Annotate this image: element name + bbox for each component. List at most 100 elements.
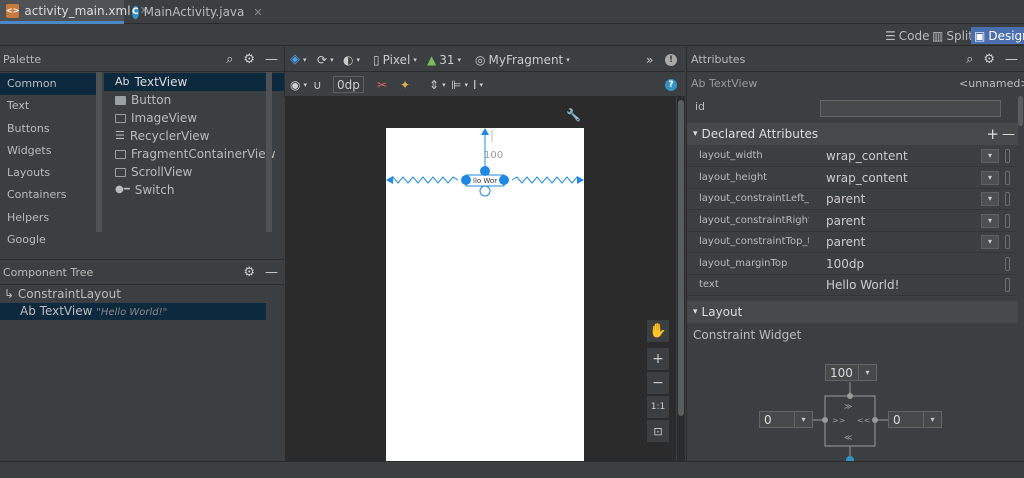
dropdown-button[interactable]: ▾ xyxy=(981,214,999,228)
attribute-value[interactable]: parent xyxy=(826,235,865,249)
palette-category-helpers[interactable]: Helpers xyxy=(0,207,96,229)
palette-items-scrollbar[interactable] xyxy=(266,72,272,232)
device-selector[interactable]: ▯ Pixel ▾ xyxy=(373,51,417,68)
theme-selector[interactable]: ◎ MyFragment ▾ xyxy=(475,51,570,68)
dropdown-icon[interactable]: ▾ xyxy=(794,412,812,427)
attributes-scrollbar-track[interactable] xyxy=(1018,96,1024,461)
attribute-row[interactable]: layout_constraintLeft_toL... parent ▾ xyxy=(687,189,1017,210)
split-mode-button[interactable]: ▥ Split xyxy=(929,27,976,44)
default-margin-field[interactable]: 0dp xyxy=(333,76,364,93)
zoom-out-button[interactable]: − xyxy=(647,372,669,394)
palette-category-text[interactable]: Text xyxy=(0,95,96,117)
dropdown-icon[interactable]: ▾ xyxy=(858,365,876,380)
help-button[interactable]: ? xyxy=(665,76,677,93)
attribute-row[interactable]: layout_constraintTop_to... parent ▾ xyxy=(687,232,1017,253)
pack-button[interactable]: ⇕ ▾ xyxy=(429,76,446,93)
attribute-value[interactable]: Hello World! xyxy=(826,278,899,292)
minimize-icon[interactable]: — xyxy=(265,265,278,280)
height-chevron-icon[interactable]: ≫ xyxy=(844,402,852,411)
dropdown-button[interactable]: ▾ xyxy=(981,149,999,163)
attribute-row[interactable]: layout_constraintRight_t... parent ▾ xyxy=(687,211,1017,232)
gear-icon[interactable]: ⚙ xyxy=(243,265,255,280)
palette-item-textview[interactable]: Ab TextView xyxy=(104,73,284,91)
minimize-icon[interactable]: — xyxy=(265,52,278,67)
palette-category-common[interactable]: Common xyxy=(0,73,96,95)
attribute-value[interactable]: 100dp xyxy=(826,257,864,271)
palette-item-recyclerview[interactable]: ☰ RecyclerView xyxy=(104,127,284,145)
design-mode-button[interactable]: ▣Design xyxy=(971,27,1024,44)
resource-picker-icon[interactable] xyxy=(1005,149,1010,163)
gear-icon[interactable]: ⚙ xyxy=(243,52,255,67)
dropdown-icon[interactable]: ▾ xyxy=(923,412,941,427)
width-chevron-right-icon[interactable]: << xyxy=(857,416,870,425)
attribute-value[interactable]: wrap_content xyxy=(826,149,908,163)
tree-item-constraintlayout[interactable]: ↳ ConstraintLayout xyxy=(4,286,266,303)
palette-category-google[interactable]: Google xyxy=(0,229,96,251)
width-chevron-left-icon[interactable]: >> xyxy=(832,416,845,425)
constraint-left-margin-combo[interactable]: 0 ▾ xyxy=(759,411,813,428)
palette-item-fragmentcontainerview[interactable]: FragmentContainerView xyxy=(104,145,284,163)
attribute-row[interactable]: layout_marginTop 100dp xyxy=(687,254,1017,275)
id-input[interactable] xyxy=(820,100,1001,117)
resource-picker-icon[interactable] xyxy=(1005,192,1010,206)
constraint-top-margin-combo[interactable]: 100 ▾ xyxy=(825,364,877,381)
tab-activity-main-xml[interactable]: <> activity_main.xml ✕ xyxy=(0,0,149,24)
attribute-value[interactable]: parent xyxy=(826,214,865,228)
night-mode-button[interactable]: ◐ ▾ xyxy=(343,51,360,68)
palette-item-imageview[interactable]: ImageView xyxy=(104,109,284,127)
attribute-value[interactable]: wrap_content xyxy=(826,171,908,185)
align-button[interactable]: ⊫ ▾ xyxy=(451,76,468,93)
zoom-actual-size-button[interactable]: 1:1 xyxy=(647,396,669,418)
attribute-row[interactable]: layout_width wrap_content ▾ xyxy=(687,146,1017,167)
layout-section[interactable]: ▾ Layout xyxy=(687,301,1024,323)
height-chevron-bottom-icon[interactable]: ≪ xyxy=(844,433,852,442)
right-anchor-handle[interactable] xyxy=(499,175,509,185)
attribute-row[interactable]: text Hello World! xyxy=(687,275,1017,296)
orientation-button[interactable]: ⟳ ▾ xyxy=(317,51,334,68)
canvas-scrollbar-thumb[interactable] xyxy=(678,100,684,416)
autoconnect-button[interactable]: ∪ xyxy=(313,76,322,93)
close-icon[interactable]: ✕ xyxy=(253,6,262,19)
resource-picker-icon[interactable] xyxy=(1005,257,1010,271)
palette-category-widgets[interactable]: Widgets xyxy=(0,140,96,162)
zoom-to-fit-button[interactable]: ⊡ xyxy=(647,420,669,442)
design-surface-button[interactable]: ◈ ▾ xyxy=(290,51,307,68)
palette-category-layouts[interactable]: Layouts xyxy=(0,162,96,184)
pin-icon[interactable]: 🔧 xyxy=(566,108,581,122)
clear-constraints-button[interactable]: ✂ xyxy=(377,76,387,93)
warnings-button[interactable]: ! xyxy=(665,51,677,68)
guidelines-button[interactable]: I ▾ xyxy=(473,76,483,93)
bottom-anchor-handle[interactable] xyxy=(479,185,491,197)
attribute-row[interactable]: layout_height wrap_content ▾ xyxy=(687,168,1017,189)
api-level-selector[interactable]: ▲ 31 ▾ xyxy=(427,51,461,68)
view-options-button[interactable]: ◉ ▾ xyxy=(290,76,307,93)
declared-attributes-section[interactable]: ▾ Declared Attributes + — xyxy=(687,123,1024,145)
attribute-value[interactable]: parent xyxy=(826,192,865,206)
toolbar-overflow-button[interactable]: » xyxy=(646,51,653,68)
search-icon[interactable]: ⌕ xyxy=(226,52,233,67)
palette-category-buttons[interactable]: Buttons xyxy=(0,118,96,140)
infer-constraints-button[interactable]: ✦ xyxy=(400,76,410,93)
palette-item-button[interactable]: Button xyxy=(104,91,284,109)
dropdown-button[interactable]: ▾ xyxy=(981,171,999,185)
attributes-scrollbar-thumb[interactable] xyxy=(1018,96,1023,126)
dropdown-button[interactable]: ▾ xyxy=(981,235,999,249)
palette-category-containers[interactable]: Containers xyxy=(0,184,96,206)
palette-item-switch[interactable]: ●━ Switch xyxy=(104,181,284,199)
tree-item-textview[interactable]: Ab TextView "Hello World!" xyxy=(0,303,266,320)
pan-button[interactable]: ✋ xyxy=(647,320,669,342)
resource-picker-icon[interactable] xyxy=(1005,171,1010,185)
palette-item-scrollview[interactable]: ScrollView xyxy=(104,163,284,181)
palette-category-scrollbar[interactable] xyxy=(96,72,102,232)
resource-picker-icon[interactable] xyxy=(1005,214,1010,228)
top-anchor-handle[interactable] xyxy=(480,166,490,176)
remove-attribute-icon[interactable]: — xyxy=(1002,127,1015,142)
search-icon[interactable]: ⌕ xyxy=(966,52,973,67)
minimize-icon[interactable]: — xyxy=(1005,52,1018,67)
gear-icon[interactable]: ⚙ xyxy=(983,52,995,67)
dropdown-button[interactable]: ▾ xyxy=(981,192,999,206)
tab-main-activity-java[interactable]: C MainActivity.java ✕ xyxy=(126,0,263,24)
resource-picker-icon[interactable] xyxy=(1005,235,1010,249)
left-anchor-handle[interactable] xyxy=(461,175,471,185)
zoom-in-button[interactable]: + xyxy=(647,348,669,370)
